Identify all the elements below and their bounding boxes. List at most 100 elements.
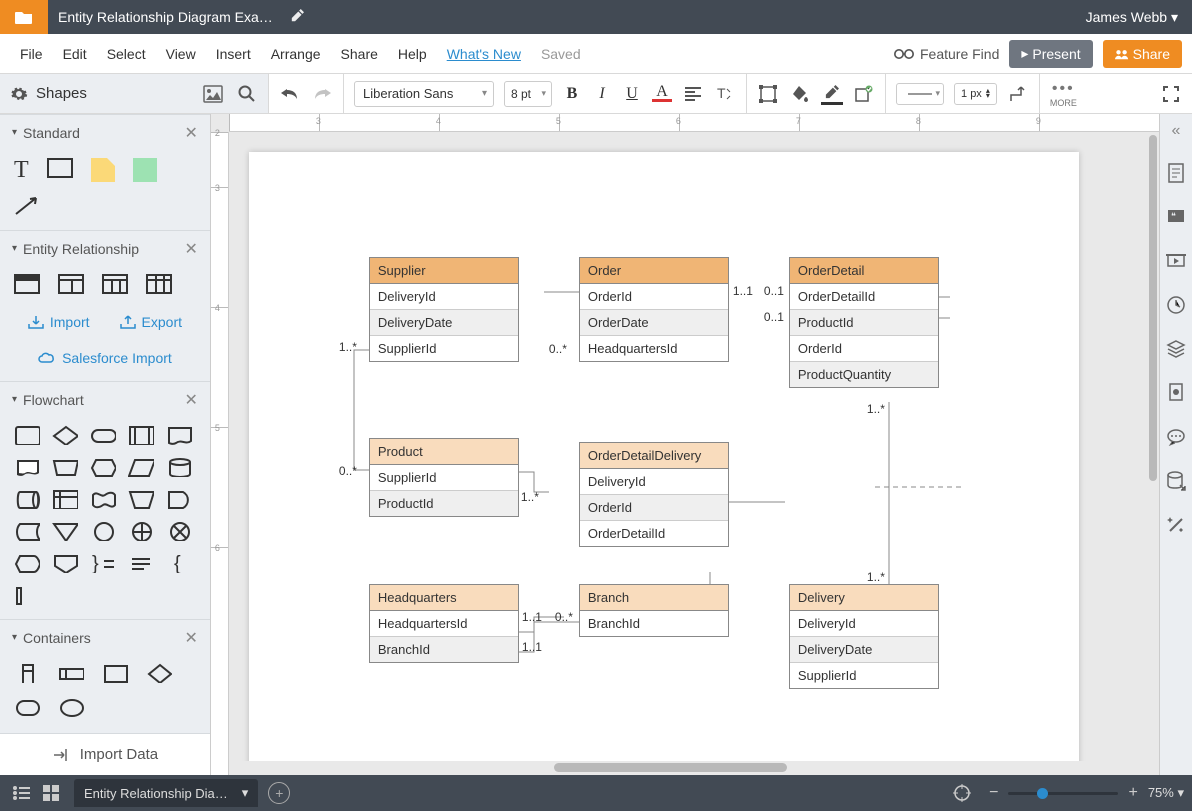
menu-help[interactable]: Help xyxy=(388,46,437,62)
outline-icon[interactable] xyxy=(8,780,34,806)
fc-manual[interactable] xyxy=(52,457,78,477)
close-icon[interactable]: ✕ xyxy=(184,123,197,143)
cont-6[interactable] xyxy=(58,697,84,717)
zoom-slider[interactable] xyxy=(1008,792,1118,795)
bold-icon[interactable]: B xyxy=(562,85,582,103)
fc-card[interactable] xyxy=(14,585,40,605)
dock-chat-icon[interactable] xyxy=(1165,426,1187,448)
canvas-paper[interactable]: Supplier DeliveryId DeliveryDate Supplie… xyxy=(249,152,1079,761)
dock-present-icon[interactable] xyxy=(1165,250,1187,272)
search-icon[interactable] xyxy=(236,83,258,105)
fc-brace[interactable]: } xyxy=(90,553,116,573)
fc-connector[interactable] xyxy=(90,521,116,541)
linestyle-select[interactable] xyxy=(896,83,944,105)
cont-4[interactable] xyxy=(146,663,172,683)
user-menu[interactable]: James Webb ▾ xyxy=(1072,9,1192,26)
shape-block[interactable] xyxy=(133,158,157,182)
zoom-value[interactable]: 75% ▾ xyxy=(1148,785,1184,801)
more-button[interactable]: •••MORE xyxy=(1050,80,1077,108)
fc-terminator[interactable] xyxy=(90,425,116,445)
target-icon[interactable] xyxy=(949,780,975,806)
import-data-button[interactable]: Import Data xyxy=(0,733,210,775)
menu-share[interactable]: Share xyxy=(331,46,388,62)
fc-brace2[interactable]: { xyxy=(166,553,192,573)
cat-flowchart-header[interactable]: ▾Flowchart✕ xyxy=(0,381,210,417)
fc-offpage[interactable] xyxy=(52,553,78,573)
feature-find[interactable]: Feature Find xyxy=(894,46,999,62)
scrollbar-horizontal[interactable] xyxy=(229,761,1159,775)
cat-er-header[interactable]: ▾Entity Relationship✕ xyxy=(0,230,210,266)
zoom-out-icon[interactable]: − xyxy=(989,784,998,802)
font-select[interactable]: Liberation Sans xyxy=(354,81,494,107)
fc-or[interactable] xyxy=(128,521,154,541)
er-import-link[interactable]: Import xyxy=(28,314,90,330)
menu-insert[interactable]: Insert xyxy=(206,46,261,62)
shape-er4[interactable] xyxy=(146,274,172,294)
menu-arrange[interactable]: Arrange xyxy=(261,46,331,62)
close-icon[interactable]: ✕ xyxy=(184,390,197,410)
redo-icon[interactable] xyxy=(311,83,333,105)
document-title[interactable]: Entity Relationship Diagram Exa… xyxy=(48,9,283,25)
underline-icon[interactable]: U xyxy=(622,85,642,103)
fc-intern[interactable] xyxy=(52,489,78,509)
er-export-link[interactable]: Export xyxy=(120,314,182,330)
fc-decision[interactable] xyxy=(52,425,78,445)
textcolor-icon[interactable]: A xyxy=(652,85,672,102)
undo-icon[interactable] xyxy=(279,83,301,105)
scrollbar-vertical[interactable] xyxy=(1147,132,1159,761)
present-button[interactable]: ▸ Present xyxy=(1009,40,1092,68)
shape-rect[interactable] xyxy=(47,158,73,178)
cont-5[interactable] xyxy=(14,697,40,717)
dock-layers-icon[interactable] xyxy=(1165,338,1187,360)
fc-data[interactable] xyxy=(128,457,154,477)
collapse-dock-icon[interactable]: « xyxy=(1171,122,1180,140)
folder-icon[interactable] xyxy=(0,0,48,34)
fill-icon[interactable] xyxy=(789,83,811,105)
shape-box-icon[interactable] xyxy=(757,83,779,105)
er-sf-link[interactable]: Salesforce Import xyxy=(38,350,172,366)
shape-er1[interactable] xyxy=(14,274,40,294)
menu-view[interactable]: View xyxy=(156,46,206,62)
dock-page-icon[interactable] xyxy=(1165,162,1187,184)
zoom-in-icon[interactable]: + xyxy=(1128,784,1137,802)
close-icon[interactable]: ✕ xyxy=(184,239,197,259)
entity-odd[interactable]: OrderDetailDelivery DeliveryId OrderId O… xyxy=(579,442,729,547)
dock-comment-icon[interactable]: ❝ xyxy=(1165,206,1187,228)
entity-product[interactable]: Product SupplierId ProductId xyxy=(369,438,519,517)
menu-select[interactable]: Select xyxy=(97,46,156,62)
fc-merge[interactable] xyxy=(52,521,78,541)
entity-supplier[interactable]: Supplier DeliveryId DeliveryDate Supplie… xyxy=(369,257,519,362)
dock-data-icon[interactable] xyxy=(1165,470,1187,492)
shapeoptions-icon[interactable] xyxy=(853,83,875,105)
dock-magic-icon[interactable] xyxy=(1165,514,1187,536)
fc-doc[interactable] xyxy=(166,425,192,445)
dock-master-icon[interactable] xyxy=(1165,382,1187,404)
close-icon[interactable]: ✕ xyxy=(184,628,197,648)
image-icon[interactable] xyxy=(202,83,224,105)
cat-containers-header[interactable]: ▾Containers✕ xyxy=(0,619,210,655)
italic-icon[interactable]: I xyxy=(592,85,612,103)
share-button[interactable]: Share xyxy=(1103,40,1182,68)
lineshape-icon[interactable] xyxy=(1007,83,1029,105)
shape-er2[interactable] xyxy=(58,274,84,294)
shape-text[interactable]: T xyxy=(14,158,29,182)
cont-3[interactable] xyxy=(102,663,128,683)
fc-tape[interactable] xyxy=(90,489,116,509)
entity-branch[interactable]: Branch BranchId xyxy=(579,584,729,637)
entity-delivery[interactable]: Delivery DeliveryId DeliveryDate Supplie… xyxy=(789,584,939,689)
shape-note[interactable] xyxy=(91,158,115,182)
fc-predef[interactable] xyxy=(128,425,154,445)
shape-er3[interactable] xyxy=(102,274,128,294)
fc-display[interactable] xyxy=(14,553,40,573)
menu-whatsnew[interactable]: What's New xyxy=(437,46,531,62)
fc-stored[interactable] xyxy=(14,521,40,541)
fc-sum[interactable] xyxy=(166,521,192,541)
fc-note[interactable] xyxy=(128,553,154,573)
linewidth-select[interactable]: 1 px▴▾ xyxy=(954,83,997,105)
page-tab[interactable]: Entity Relationship Dia…▾ xyxy=(74,779,258,807)
linecolor-icon[interactable] xyxy=(821,83,843,105)
cat-standard-header[interactable]: ▾Standard✕ xyxy=(0,114,210,150)
align-icon[interactable] xyxy=(682,83,704,105)
shapes-panel-toggle[interactable]: Shapes xyxy=(10,85,87,103)
textoptions-icon[interactable]: T xyxy=(714,83,736,105)
